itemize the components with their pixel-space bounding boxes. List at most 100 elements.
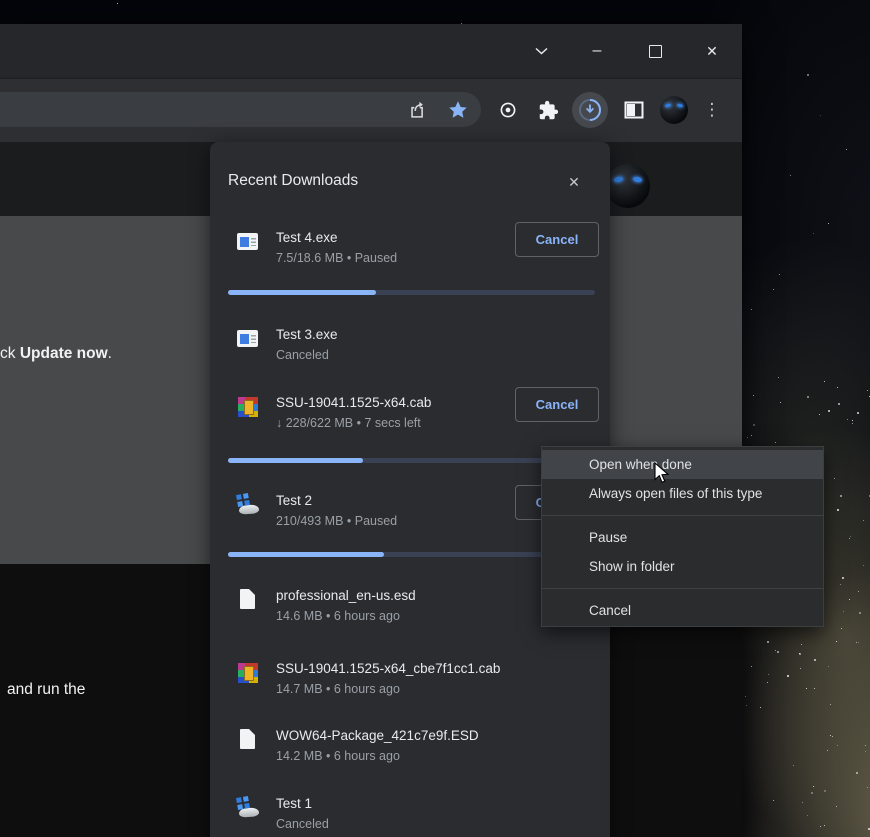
share-icon[interactable] — [400, 92, 436, 128]
star — [814, 688, 815, 689]
window-minimize-button[interactable]: – — [574, 24, 620, 78]
star — [828, 410, 830, 412]
window-close-button[interactable]: ✕ — [689, 24, 735, 78]
star — [813, 233, 814, 234]
document-icon — [236, 728, 260, 752]
download-row[interactable]: Test 4.exe7.5/18.6 MB • PausedCancel — [210, 229, 610, 275]
star — [777, 651, 779, 653]
titlebar: – ✕ — [0, 24, 742, 78]
star — [787, 675, 789, 677]
star — [790, 175, 791, 176]
star — [820, 826, 821, 827]
application-icon — [236, 230, 260, 254]
download-filename[interactable]: Test 1 — [276, 795, 508, 812]
star — [865, 751, 866, 752]
download-row[interactable]: WOW64-Package_421c7e9f.ESD14.2 MB • 6 ho… — [210, 727, 610, 773]
star — [819, 414, 820, 415]
download-progress-bar — [228, 290, 595, 295]
menu-separator — [542, 588, 823, 589]
profile-avatar[interactable] — [660, 96, 688, 124]
menu-item-pause[interactable]: Pause — [542, 523, 823, 552]
star — [858, 591, 859, 592]
browser-toolbar: ⋮ — [0, 78, 742, 142]
star — [828, 666, 829, 667]
winrar-archive-icon — [236, 395, 260, 419]
star — [767, 682, 768, 683]
download-row[interactable]: Test 1Canceled — [210, 795, 610, 837]
download-row[interactable]: SSU-19041.1525-x64.cab ↓ 228/622 MB • 7 s… — [210, 394, 610, 440]
star — [836, 806, 837, 807]
star — [837, 509, 839, 511]
star — [856, 772, 858, 774]
star — [813, 786, 814, 787]
star — [751, 666, 752, 667]
star — [799, 653, 800, 654]
application-icon — [236, 327, 260, 351]
download-filename[interactable]: SSU-19041.1525-x64.cab — [276, 394, 508, 411]
downloads-toolbar-button[interactable] — [572, 92, 608, 128]
star — [867, 390, 868, 391]
bookmark-star-icon[interactable] — [440, 92, 476, 128]
star — [760, 707, 761, 708]
extensions-puzzle-icon[interactable] — [530, 92, 566, 128]
star — [849, 538, 850, 539]
star — [846, 149, 847, 150]
window-maximize-button[interactable] — [632, 24, 678, 78]
download-status: ↓ 228/622 MB • 7 secs left — [276, 416, 421, 430]
star — [807, 396, 809, 398]
download-progress-bar — [228, 552, 595, 557]
star — [837, 387, 838, 388]
star — [807, 815, 808, 816]
star — [807, 74, 809, 76]
download-context-menu: Open when doneAlways open files of this … — [541, 446, 824, 627]
star — [117, 3, 118, 4]
download-cancel-button[interactable]: Cancel — [515, 387, 599, 422]
download-filename[interactable]: Test 2 — [276, 492, 508, 509]
download-filename[interactable]: professional_en-us.esd — [276, 587, 508, 604]
star — [751, 435, 752, 436]
star — [753, 395, 754, 396]
star — [820, 115, 821, 116]
download-status: 210/493 MB • Paused — [276, 514, 397, 528]
star — [847, 419, 848, 420]
menu-separator — [542, 515, 823, 516]
menu-item-open-when-done[interactable]: Open when done — [542, 450, 823, 479]
side-panel-icon[interactable] — [616, 92, 652, 128]
window-chevron-down-icon[interactable] — [518, 24, 564, 78]
star — [780, 402, 781, 403]
download-filename[interactable]: WOW64-Package_421c7e9f.ESD — [276, 727, 508, 744]
download-filename[interactable]: Test 4.exe — [276, 229, 508, 246]
star — [773, 289, 774, 290]
download-progress-fill — [228, 290, 376, 295]
installer-disk-icon — [236, 796, 260, 820]
star — [840, 584, 841, 585]
star — [849, 599, 850, 600]
star — [841, 628, 842, 629]
menu-item-show-in-folder[interactable]: Show in folder — [542, 552, 823, 581]
star — [773, 800, 774, 801]
star — [852, 423, 853, 424]
menu-item-cancel[interactable]: Cancel — [542, 596, 823, 625]
download-filename[interactable]: Test 3.exe — [276, 326, 508, 343]
star — [850, 536, 851, 537]
menu-item-always-open-files-of-this-type[interactable]: Always open files of this type — [542, 479, 823, 508]
download-filename[interactable]: SSU-19041.1525-x64_cbe7f1cc1.cab — [276, 660, 508, 677]
star — [800, 668, 801, 669]
download-cancel-button[interactable]: Cancel — [515, 222, 599, 257]
star — [852, 420, 853, 421]
eye-icon[interactable] — [490, 92, 526, 128]
download-row[interactable]: SSU-19041.1525-x64_cbe7f1cc1.cab14.7 MB … — [210, 660, 610, 706]
maximize-icon — [649, 45, 662, 58]
download-progress-fill — [228, 552, 384, 557]
screen: – ✕ — [0, 0, 870, 837]
star — [863, 520, 864, 521]
panel-close-icon[interactable]: ✕ — [562, 170, 586, 194]
star — [801, 644, 802, 645]
download-row[interactable]: Test 3.exeCanceled — [210, 326, 610, 372]
star — [806, 688, 807, 689]
installer-disk-icon — [236, 493, 260, 517]
browser-menu-icon[interactable]: ⋮ — [694, 92, 730, 128]
winrar-archive-icon — [236, 661, 260, 685]
star — [802, 802, 803, 803]
star — [867, 787, 868, 788]
